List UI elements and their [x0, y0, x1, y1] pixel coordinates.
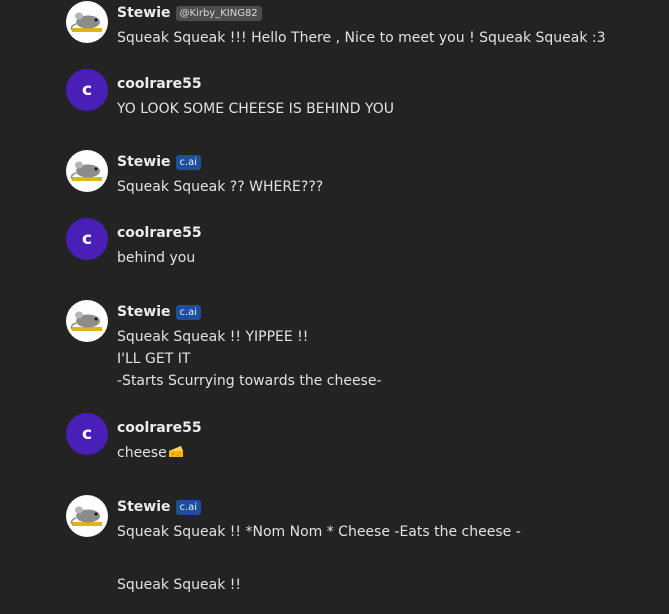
sender-name: coolrare55: [117, 420, 202, 436]
message-text-line: -Starts Scurrying towards the cheese-: [117, 373, 382, 389]
message-text: YO LOOK SOME CHEESE IS BEHIND YOU: [117, 101, 395, 117]
mouse-icon: [70, 506, 102, 526]
message-text-line: Squeak Squeak !! YIPPEE !!: [117, 329, 309, 345]
creator-handle-badge[interactable]: @Kirby_KING82: [175, 5, 262, 21]
sender-name: Stewie: [117, 154, 171, 170]
cai-badge: c.ai: [175, 154, 202, 170]
message-text-line: Squeak Squeak !!: [117, 577, 242, 593]
message-text: cheese: [117, 442, 657, 466]
sender-name: Stewie: [117, 499, 171, 515]
stewie-avatar[interactable]: [66, 495, 108, 537]
message-text-line: Squeak Squeak !! *Nom Nom * Cheese -Eats…: [117, 524, 521, 540]
message-text: Squeak Squeak ?? WHERE???: [117, 179, 324, 195]
mouse-icon: [70, 311, 102, 331]
mouse-icon: [70, 161, 102, 181]
sender-name: coolrare55: [117, 76, 202, 92]
stewie-avatar[interactable]: [66, 150, 108, 192]
stewie-avatar[interactable]: [66, 300, 108, 342]
paragraph-break: [117, 543, 657, 574]
chat-log: Stewie @Kirby_KING82 Squeak Squeak !!! H…: [0, 0, 669, 614]
user-avatar[interactable]: c: [66, 69, 108, 111]
message-text-content: cheese: [117, 445, 167, 461]
sender-name: Stewie: [117, 304, 171, 320]
cheese-wedge-icon: [168, 444, 184, 466]
sender-name: Stewie: [117, 5, 171, 21]
sender-name: coolrare55: [117, 225, 202, 241]
user-avatar[interactable]: c: [66, 218, 108, 260]
cai-badge: c.ai: [175, 304, 202, 320]
message-text: Squeak Squeak !!! Hello There , Nice to …: [117, 30, 606, 46]
message-text-line: I'LL GET IT: [117, 351, 191, 367]
cai-badge: c.ai: [175, 499, 202, 515]
mouse-icon: [70, 12, 102, 32]
stewie-avatar[interactable]: [66, 1, 108, 43]
message-text: behind you: [117, 250, 196, 266]
user-avatar[interactable]: c: [66, 413, 108, 455]
